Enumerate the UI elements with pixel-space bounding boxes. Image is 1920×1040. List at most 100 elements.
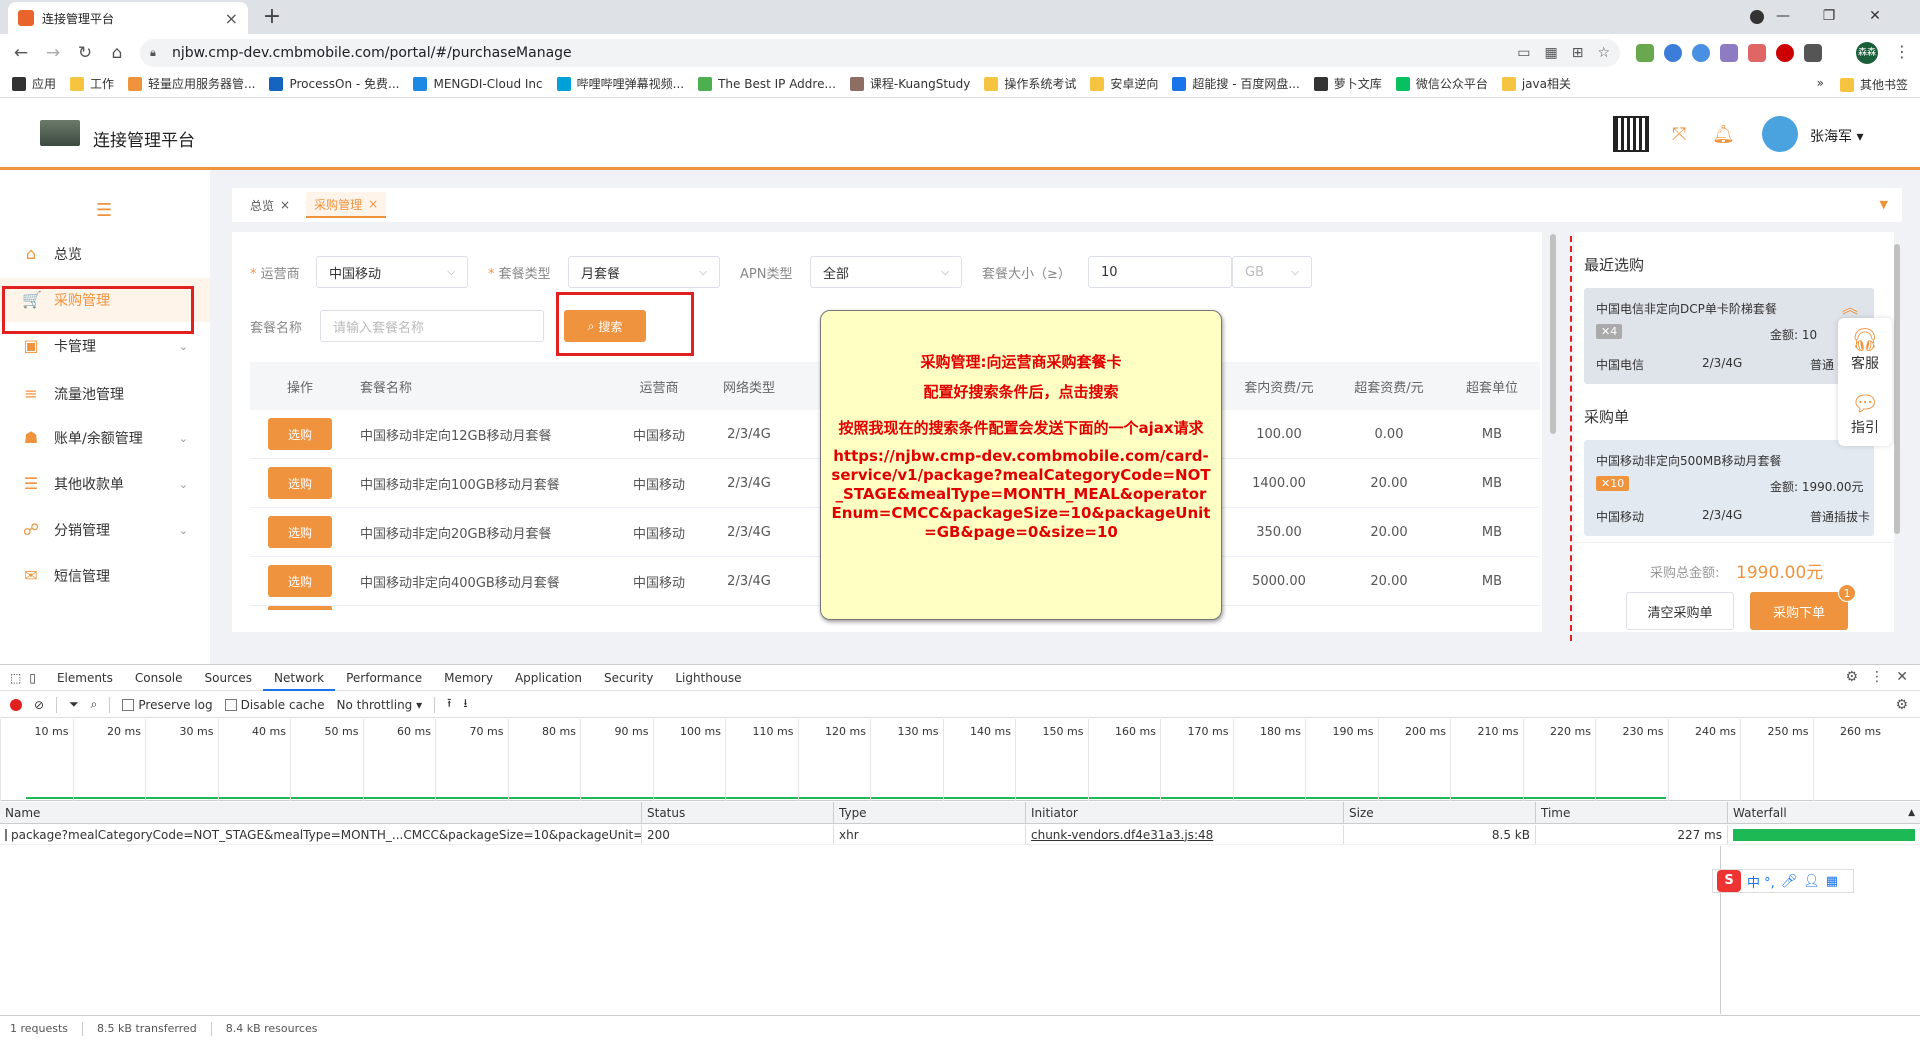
bookmark-item[interactable]: 工作 xyxy=(70,75,114,92)
device-toggle-icon[interactable]: ▯ xyxy=(29,671,36,685)
operator-select[interactable]: 中国移动 ⌵ xyxy=(316,256,468,288)
export-har-icon[interactable]: ⭳ xyxy=(463,694,467,715)
minimize-icon[interactable]: — xyxy=(1760,2,1806,30)
new-tab-button[interactable]: + xyxy=(258,4,286,32)
extension-icon[interactable] xyxy=(1636,44,1654,62)
import-har-icon[interactable]: ⭱ xyxy=(447,694,451,715)
throttling-select[interactable]: No throttling ▾ xyxy=(337,698,423,712)
size-unit-select[interactable]: GB ⌵ xyxy=(1232,256,1312,288)
devtools-tab-console[interactable]: Console xyxy=(124,665,194,691)
recent-card[interactable]: 中国电信非定向DCP单卡阶梯套餐 ︽ ✕4 金额: 10 中国电信 2/3/4G… xyxy=(1584,288,1874,384)
search-button[interactable]: ⌕ 搜索 xyxy=(564,310,646,342)
cast-icon[interactable]: ▭ xyxy=(1517,45,1530,61)
bookmark-item[interactable]: java相关 xyxy=(1501,75,1571,92)
extension-icon[interactable] xyxy=(1664,44,1682,62)
ime-user-icon[interactable]: 👤︎ xyxy=(1803,874,1820,889)
bookmark-item[interactable]: ProcessOn - 免费... xyxy=(269,75,399,92)
network-overview[interactable]: 10 ms 20 ms 30 ms 40 ms 50 ms 60 ms 70 ms 80 ms… xyxy=(0,719,1920,801)
browser-menu-icon[interactable]: ⋮ xyxy=(1894,42,1910,61)
devtools-tab-lighthouse[interactable]: Lighthouse xyxy=(664,665,752,691)
devtools-close-icon[interactable]: ✕ xyxy=(1896,669,1908,685)
sidebar-item-0[interactable]: ⌂ 总览 xyxy=(0,232,210,276)
tabs-dropdown-icon[interactable]: ▼ xyxy=(1880,198,1888,211)
qr-share-icon[interactable]: ▦ xyxy=(1544,45,1557,61)
tab-overview[interactable]: 总览 × xyxy=(242,192,298,218)
tab-purchase[interactable]: 采购管理 × xyxy=(306,192,387,218)
size-input[interactable]: 10 xyxy=(1088,256,1232,288)
browser-tab[interactable]: 连接管理平台 × xyxy=(8,2,248,34)
sidebar-item-7[interactable]: ✉ 短信管理 xyxy=(0,554,210,598)
cart-card[interactable]: 中国移动非定向500MB移动月套餐 ✕10 金额: 1990.00元 中国移动 … xyxy=(1584,440,1874,536)
bookmark-item[interactable]: 课程-KuangStudy xyxy=(849,75,970,92)
tab-close-icon[interactable]: × xyxy=(225,9,238,28)
customer-service-button[interactable]: 🎧︎ 客服 xyxy=(1851,328,1879,373)
puzzle-extensions-icon[interactable] xyxy=(1804,44,1822,62)
forward-icon[interactable]: → xyxy=(40,40,66,66)
extension-icon[interactable] xyxy=(1776,44,1794,62)
disable-cache-checkbox[interactable]: Disable cache xyxy=(224,698,325,712)
bookmark-item[interactable]: 操作系统考试 xyxy=(984,75,1076,92)
apn-select[interactable]: 全部 ⌵ xyxy=(810,256,962,288)
meal-type-select[interactable]: 月套餐 ⌵ xyxy=(568,256,720,288)
network-column-name[interactable]: Name xyxy=(0,802,642,823)
select-package-button[interactable]: 选购 xyxy=(268,418,332,450)
extension-icon[interactable] xyxy=(1692,44,1710,62)
translate-icon[interactable]: ⊞ xyxy=(1572,45,1584,61)
profile-avatar[interactable]: 森森 xyxy=(1856,42,1878,64)
panel-scrollbar[interactable] xyxy=(1894,244,1900,534)
clear-cart-button[interactable]: 清空采购单 xyxy=(1626,592,1734,630)
reload-icon[interactable]: ↻ xyxy=(72,40,98,66)
devtools-tab-network[interactable]: Network xyxy=(263,665,336,691)
other-bookmarks[interactable]: 其他书签 xyxy=(1839,76,1908,93)
sidebar-item-6[interactable]: ☍ 分销管理 ⌄ xyxy=(0,508,210,552)
fullscreen-icon[interactable]: ⤧ xyxy=(1672,124,1686,145)
home-browser-icon[interactable]: ⌂ xyxy=(104,40,130,66)
devtools-tab-sources[interactable]: Sources xyxy=(194,665,263,691)
guide-button[interactable]: 💬︎ 指引 xyxy=(1851,392,1879,437)
extension-icon[interactable] xyxy=(1748,44,1766,62)
collapse-icon[interactable]: ︽ xyxy=(1842,294,1858,318)
username[interactable]: 张海军 ▾ xyxy=(1810,126,1863,146)
devtools-tab-memory[interactable]: Memory xyxy=(433,665,504,691)
bookmark-item[interactable]: 哔哩哔哩弹幕视频... xyxy=(556,75,684,92)
notification-bell-icon[interactable]: 🔔︎ xyxy=(1712,124,1735,145)
ime-grid-icon[interactable]: ▦ xyxy=(1826,874,1838,889)
network-column-type[interactable]: Type xyxy=(834,802,1026,823)
bookmarks-more-icon[interactable]: » xyxy=(1817,76,1824,93)
bookmark-star-icon[interactable]: ☆ xyxy=(1597,45,1610,61)
sidebar-item-5[interactable]: ☰ 其他收款单 ⌄ xyxy=(0,462,210,506)
sidebar-item-4[interactable]: ☗ 账单/余额管理 ⌄ xyxy=(0,416,210,460)
network-column-status[interactable]: Status xyxy=(642,802,834,823)
search-icon[interactable]: ⌕ xyxy=(91,697,98,712)
back-icon[interactable]: ← xyxy=(8,40,34,66)
network-column-initiator[interactable]: Initiator xyxy=(1026,802,1344,823)
devtools-settings-icon[interactable]: ⚙ xyxy=(1845,669,1858,685)
address-bar[interactable]: 🔒︎ njbw.cmp-dev.cmbmobile.com/portal/#/p… xyxy=(140,39,1620,67)
preserve-log-checkbox[interactable]: Preserve log xyxy=(122,698,213,712)
bookmark-item[interactable]: 安卓逆向 xyxy=(1090,75,1158,92)
select-package-button[interactable]: 选购 xyxy=(268,565,332,597)
microphone-icon[interactable]: 🎤︎ xyxy=(1781,874,1798,889)
inspect-icon[interactable]: ⬚ xyxy=(10,671,21,685)
address-url[interactable]: njbw.cmp-dev.cmbmobile.com/portal/#/purc… xyxy=(172,45,1517,61)
bookmark-item[interactable]: 应用 xyxy=(12,75,56,92)
network-column-time[interactable]: Time xyxy=(1536,802,1728,823)
tab-search-icon[interactable] xyxy=(1750,10,1764,24)
bookmark-item[interactable]: The Best IP Addre... xyxy=(698,76,836,91)
sidebar-item-3[interactable]: ≡ 流量池管理 xyxy=(0,372,210,416)
bookmark-item[interactable]: 微信公众平台 xyxy=(1395,75,1488,92)
network-request-row[interactable]: package?mealCategoryCode=NOT_STAGE&mealT… xyxy=(0,825,1920,845)
close-window-icon[interactable]: ✕ xyxy=(1852,2,1898,30)
devtools-menu-icon[interactable]: ⋮ xyxy=(1870,669,1884,685)
devtools-tab-performance[interactable]: Performance xyxy=(335,665,433,691)
network-column-size[interactable]: Size xyxy=(1344,802,1536,823)
bookmark-item[interactable]: 轻量应用服务器管... xyxy=(128,75,255,92)
extension-icon[interactable] xyxy=(1720,44,1738,62)
request-initiator[interactable]: chunk-vendors.df4e31a3.js:48 xyxy=(1026,825,1344,844)
network-column-waterfall[interactable]: Waterfall ▲ xyxy=(1728,802,1920,823)
menu-toggle-icon[interactable]: ☰ xyxy=(96,200,112,221)
place-order-button[interactable]: 采购下单 xyxy=(1750,592,1848,630)
devtools-tab-security[interactable]: Security xyxy=(593,665,664,691)
devtools-tab-application[interactable]: Application xyxy=(504,665,593,691)
ime-toolbar[interactable]: S 中 °, 🎤︎ 👤︎ ▦ xyxy=(1712,869,1854,893)
